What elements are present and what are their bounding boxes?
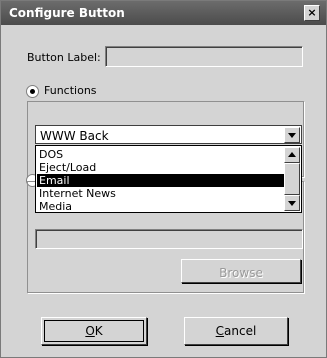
browse-button-label: Browse <box>219 266 263 280</box>
list-item[interactable]: Eject/Load <box>37 161 284 174</box>
functions-radio-label: Functions <box>44 84 97 97</box>
close-icon: × <box>307 6 317 19</box>
scroll-down-button[interactable] <box>284 195 300 211</box>
list-item[interactable]: Media <box>37 200 284 213</box>
cancel-button-label: Cancel <box>215 324 257 338</box>
list-item-highlighted[interactable]: Email <box>37 174 284 187</box>
path-input[interactable] <box>35 229 303 249</box>
list-scrollbar[interactable] <box>284 147 300 211</box>
ok-button-label: OK <box>85 324 103 338</box>
functions-combobox[interactable]: WWW Back <box>35 125 302 144</box>
functions-radio[interactable] <box>26 85 39 98</box>
list-item[interactable]: Internet News <box>37 187 284 200</box>
title-bar[interactable]: Configure Button × <box>1 1 326 25</box>
cancel-button[interactable]: Cancel <box>184 317 288 345</box>
functions-selected-value: WWW Back <box>40 129 109 143</box>
ok-button[interactable]: OK <box>41 317 147 345</box>
configure-button-dialog: Configure Button × Button Label: Functio… <box>0 0 327 358</box>
chevron-up-icon <box>288 152 296 157</box>
button-label-caption: Button Label: <box>27 51 101 64</box>
chevron-down-icon <box>288 201 296 206</box>
scroll-up-button[interactable] <box>284 147 300 163</box>
browse-button[interactable]: Browse <box>181 259 301 283</box>
window-title: Configure Button <box>9 6 125 20</box>
button-label-input[interactable] <box>105 46 303 67</box>
close-button[interactable]: × <box>304 5 320 21</box>
scroll-thumb[interactable] <box>284 163 300 195</box>
dropdown-button[interactable] <box>284 127 300 143</box>
chevron-down-icon <box>288 133 296 138</box>
list-item[interactable]: DOS <box>37 148 284 161</box>
functions-dropdown-list[interactable]: DOS Eject/Load Email Internet News Media <box>35 145 302 213</box>
